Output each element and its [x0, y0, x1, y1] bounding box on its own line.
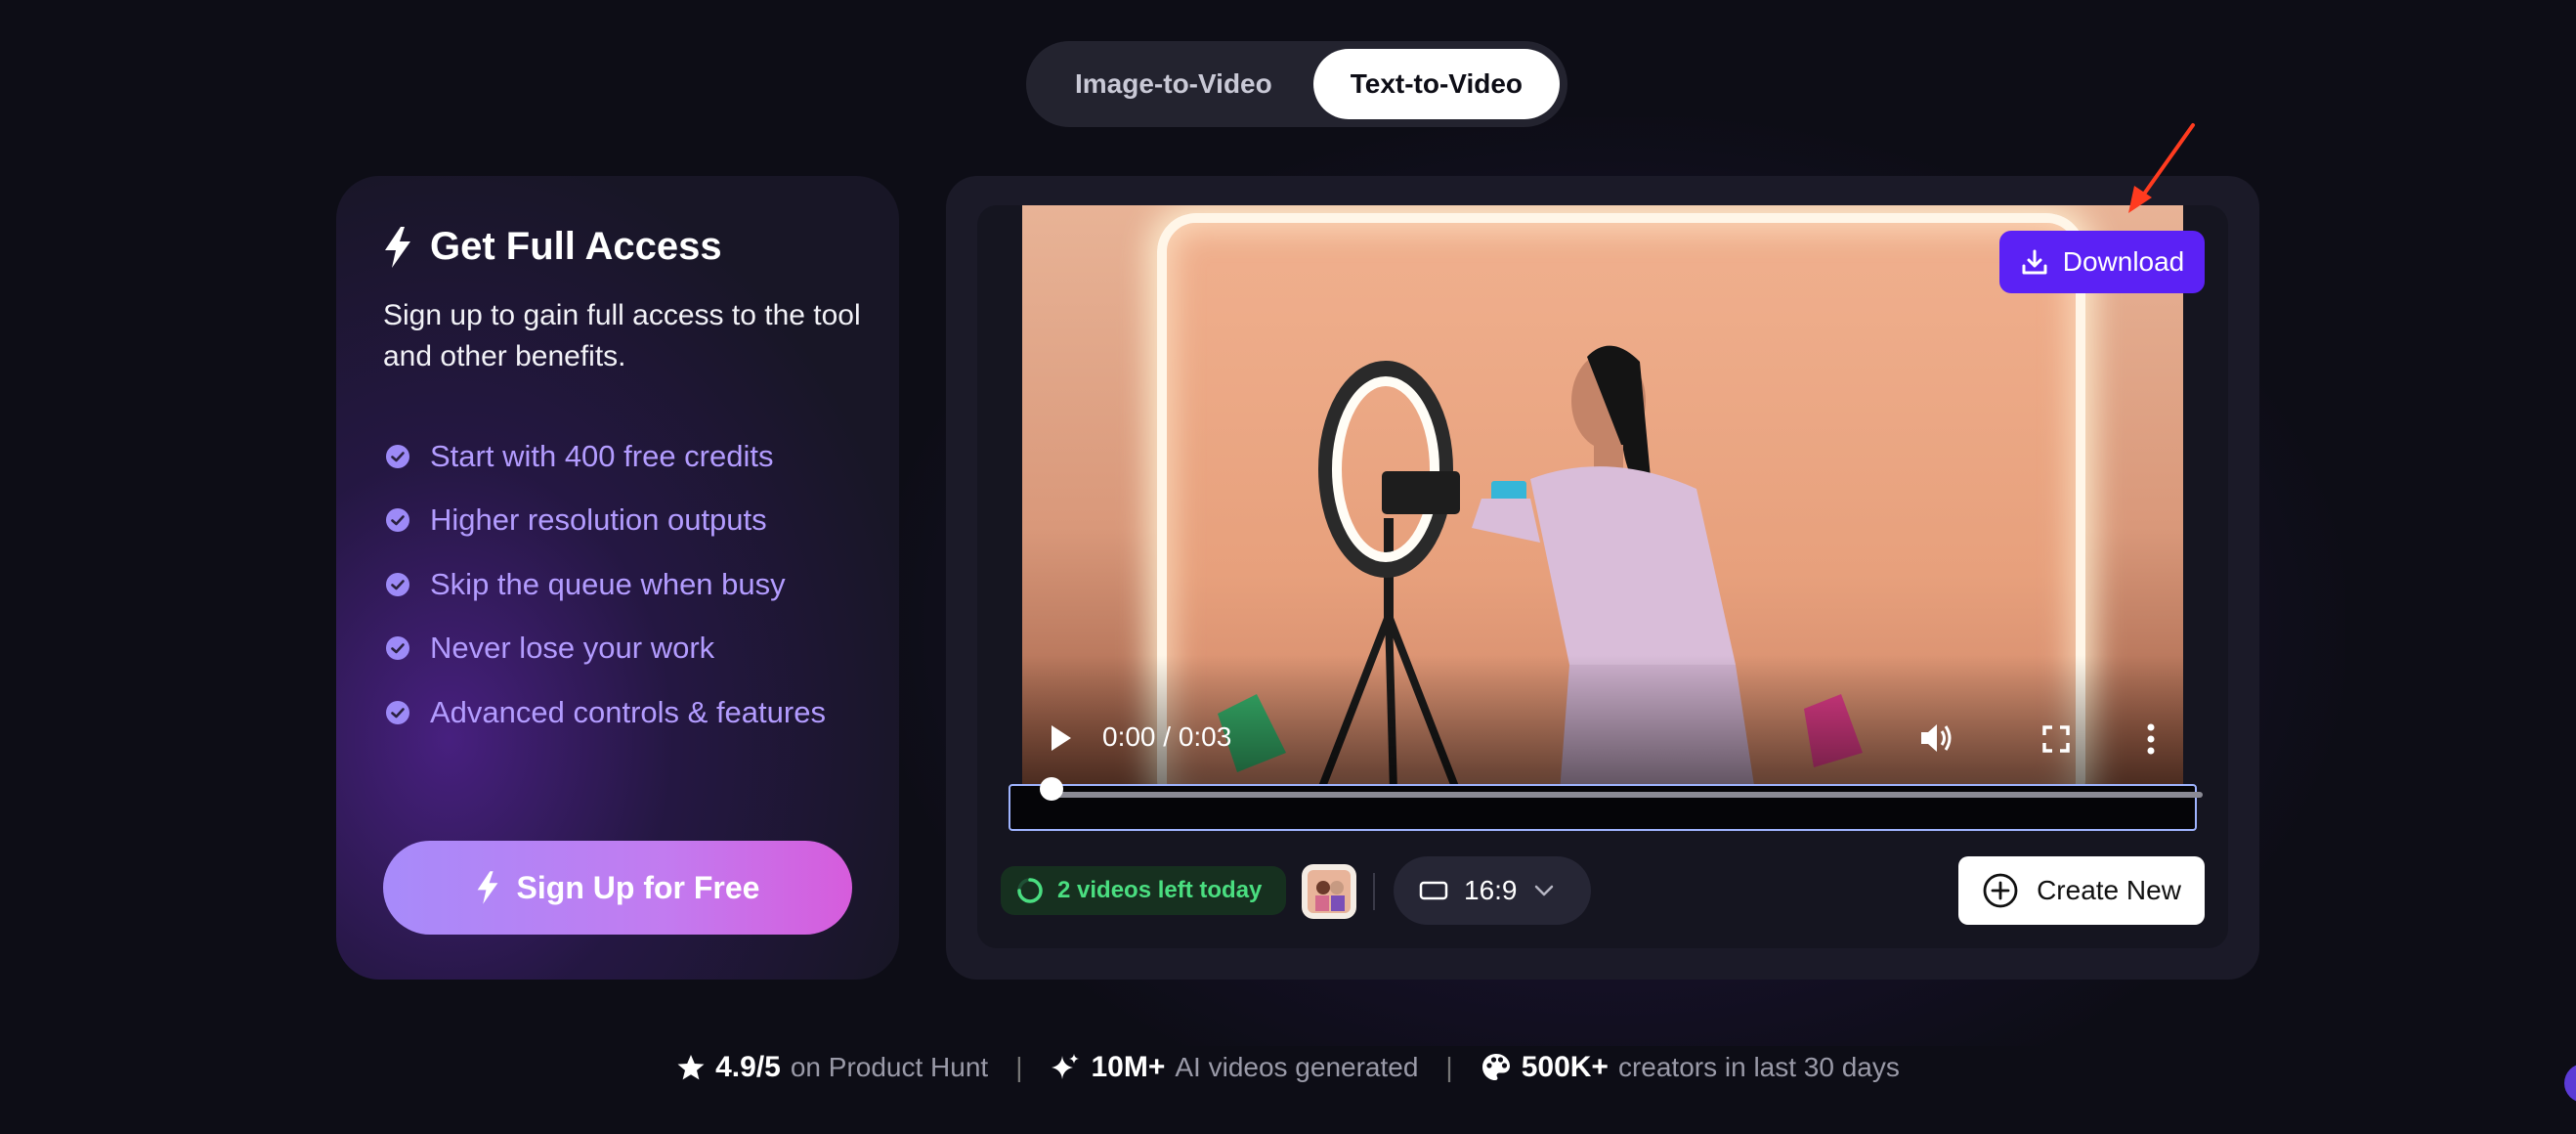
- tab-text-to-video[interactable]: Text-to-Video: [1312, 49, 1560, 119]
- mode-tabs: Image-to-Video Text-to-Video: [1026, 41, 1567, 127]
- access-description: Sign up to gain full access to the tool …: [383, 299, 861, 372]
- benefit-item: Advanced controls & features: [385, 680, 826, 745]
- progress-track: [1050, 792, 2203, 798]
- benefit-label: Never lose your work: [430, 631, 715, 666]
- benefit-item: Start with 400 free credits: [385, 424, 826, 489]
- stat-videos: 10M+ AI videos generated: [1050, 1051, 1418, 1084]
- palette-icon: [1481, 1054, 1510, 1080]
- thumbnail-image: [1308, 870, 1351, 913]
- download-button[interactable]: Download: [1999, 231, 2205, 293]
- download-icon: [2022, 249, 2047, 275]
- aspect-ratio-icon: [1419, 881, 1448, 900]
- quota-badge: 2 videos left today: [1001, 866, 1286, 915]
- aspect-ratio-select[interactable]: 16:9: [1394, 856, 1591, 925]
- sparkle-icon: [1052, 1054, 1080, 1079]
- progress-thumb[interactable]: [1040, 777, 1063, 801]
- stat-separator: |: [1445, 1052, 1453, 1082]
- create-new-button[interactable]: Create New: [1958, 856, 2205, 925]
- benefit-item: Higher resolution outputs: [385, 489, 826, 553]
- stat-creators-label: creators in last 30 days: [1617, 1052, 1900, 1082]
- benefit-label: Higher resolution outputs: [430, 502, 767, 538]
- full-access-card: Get Full Access Sign up to gain full acc…: [336, 176, 899, 980]
- benefit-label: Advanced controls & features: [430, 694, 826, 729]
- toolbar-divider: [1373, 873, 1375, 910]
- time-display: 0:00 / 0:03: [1102, 721, 1232, 752]
- play-icon[interactable]: [1048, 723, 1075, 753]
- check-circle-icon: [386, 700, 409, 724]
- video-progress-bar[interactable]: [1009, 784, 2203, 831]
- reference-image-thumbnail[interactable]: [1302, 864, 1356, 919]
- benefit-item: Never lose your work: [385, 617, 826, 681]
- access-title: Get Full Access: [383, 225, 722, 269]
- bolt-icon: [477, 871, 497, 904]
- spinner-icon: [1017, 878, 1043, 903]
- stat-rating-value: 4.9/5: [715, 1051, 781, 1083]
- fullscreen-icon[interactable]: [2042, 725, 2070, 753]
- stat-creators-value: 500K+: [1521, 1051, 1609, 1083]
- check-circle-icon: [386, 508, 409, 533]
- stat-rating: 4.9/5 on Product Hunt: [676, 1051, 988, 1084]
- sign-up-button[interactable]: Sign Up for Free: [383, 841, 852, 935]
- bolt-icon: [385, 226, 410, 268]
- more-options-icon[interactable]: [2146, 723, 2156, 755]
- stat-separator: |: [1015, 1052, 1023, 1082]
- video-player[interactable]: 0:00 / 0:03: [1022, 205, 2183, 792]
- chevron-down-icon: [1534, 885, 1553, 896]
- stat-creators: 500K+ creators in last 30 days: [1481, 1051, 1900, 1084]
- aspect-ratio-value: 16:9: [1464, 875, 1518, 905]
- plus-circle-icon: [1983, 873, 2018, 908]
- quota-text: 2 videos left today: [1057, 877, 1263, 903]
- sign-up-label: Sign Up for Free: [516, 869, 760, 905]
- stats-bar: 4.9/5 on Product Hunt | 10M+ AI videos g…: [0, 1046, 2576, 1089]
- benefit-label: Skip the queue when busy: [430, 566, 786, 601]
- create-new-label: Create New: [2037, 875, 2181, 905]
- stat-rating-label: on Product Hunt: [790, 1052, 989, 1082]
- check-circle-icon: [386, 572, 409, 596]
- check-circle-icon: [386, 636, 409, 661]
- tab-image-to-video[interactable]: Image-to-Video: [1034, 49, 1313, 119]
- benefit-item: Skip the queue when busy: [385, 552, 826, 617]
- download-label: Download: [2062, 246, 2185, 277]
- stat-videos-value: 10M+: [1091, 1051, 1166, 1083]
- stat-videos-label: AI videos generated: [1175, 1052, 1419, 1082]
- benefits-list: Start with 400 free credits Higher resol…: [385, 424, 826, 745]
- benefit-label: Start with 400 free credits: [430, 438, 774, 473]
- check-circle-icon: [386, 444, 409, 468]
- star-icon: [677, 1055, 705, 1080]
- access-title-text: Get Full Access: [430, 225, 722, 268]
- volume-icon[interactable]: [1919, 721, 1954, 755]
